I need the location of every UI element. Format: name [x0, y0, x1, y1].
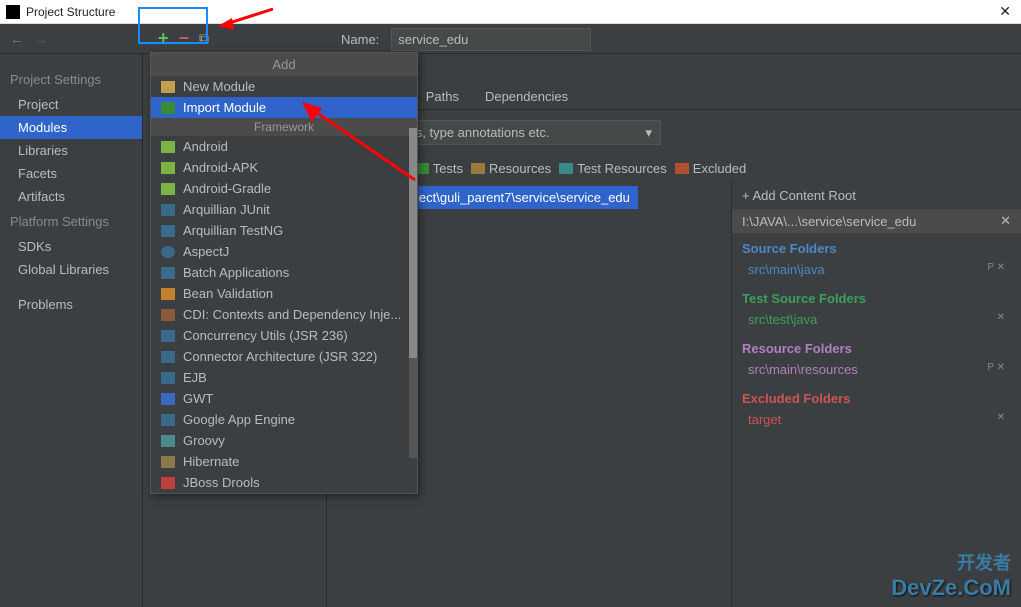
popup-framework-item[interactable]: Google App Engine	[151, 409, 417, 430]
framework-icon	[161, 393, 175, 405]
popup-framework-item[interactable]: Android-APK	[151, 157, 417, 178]
popup-framework-item[interactable]: Arquillian TestNG	[151, 220, 417, 241]
framework-icon	[161, 141, 175, 153]
back-icon[interactable]: ←	[10, 31, 24, 47]
content-root-path: I:\JAVA\...\service\service_edu ✕	[732, 209, 1021, 233]
add-popup: Add New Module Import Module Framework A…	[150, 52, 418, 494]
popup-framework-heading: Framework	[151, 118, 417, 136]
remove-button[interactable]: −	[179, 28, 190, 49]
popup-framework-item[interactable]: Arquillian JUnit	[151, 199, 417, 220]
nav-item-problems[interactable]: Problems	[0, 293, 142, 316]
mark-resources[interactable]: Resources	[489, 161, 551, 176]
framework-icon	[161, 330, 175, 342]
folder-item-remove-icon[interactable]: ✕	[997, 412, 1005, 427]
framework-icon	[161, 372, 175, 384]
folder-section-heading: Excluded Folders	[742, 387, 1011, 410]
folder-item[interactable]: src\test\java✕	[742, 310, 1011, 329]
module-detail-panel: Name: Sources Paths Dependencies 8 - Lam…	[327, 54, 1021, 607]
popup-scrollbar[interactable]	[409, 128, 417, 458]
folder-section-heading: Source Folders	[742, 237, 1011, 260]
popup-framework-item[interactable]: CDI: Contexts and Dependency Inje...	[151, 304, 417, 325]
folder-icon	[161, 81, 175, 93]
watermark-text: DevZe.CoM	[891, 575, 1011, 601]
popup-framework-item[interactable]: AspectJ	[151, 241, 417, 262]
watermark-text: 开发者	[957, 549, 1011, 575]
nav-item-facets[interactable]: Facets	[0, 162, 142, 185]
remove-root-icon[interactable]: ✕	[1000, 213, 1011, 229]
framework-icon	[161, 351, 175, 363]
popup-framework-item[interactable]: EJB	[151, 367, 417, 388]
window-title: Project Structure	[26, 5, 995, 19]
popup-framework-item[interactable]: Android-Gradle	[151, 178, 417, 199]
nav-heading-platform-settings: Platform Settings	[0, 208, 142, 235]
folder-item[interactable]: src\main\resourcesP ✕	[742, 360, 1011, 379]
add-content-root-button[interactable]: + Add Content Root	[732, 182, 1021, 209]
close-icon[interactable]: ✕	[995, 3, 1015, 20]
nav-item-libraries[interactable]: Libraries	[0, 139, 142, 162]
popup-framework-item[interactable]: Connector Architecture (JSR 322)	[151, 346, 417, 367]
module-name-input[interactable]	[391, 28, 591, 51]
mark-excluded[interactable]: Excluded	[693, 161, 746, 176]
content-root-panel: + Add Content Root I:\JAVA\...\service\s…	[731, 182, 1021, 607]
popup-framework-item[interactable]: Hibernate	[151, 451, 417, 472]
import-icon	[161, 102, 175, 114]
framework-icon	[161, 267, 175, 279]
mark-tests[interactable]: Tests	[433, 161, 463, 176]
popup-import-module[interactable]: Import Module	[151, 97, 417, 118]
forward-icon[interactable]: →	[34, 31, 48, 47]
popup-framework-item[interactable]: Groovy	[151, 430, 417, 451]
popup-framework-item[interactable]: Concurrency Utils (JSR 236)	[151, 325, 417, 346]
framework-icon	[161, 204, 175, 216]
popup-new-module[interactable]: New Module	[151, 76, 417, 97]
framework-icon	[161, 225, 175, 237]
folder-item[interactable]: src\main\javaP ✕	[742, 260, 1011, 279]
framework-icon	[161, 477, 175, 489]
popup-framework-item[interactable]: Batch Applications	[151, 262, 417, 283]
framework-icon	[161, 435, 175, 447]
framework-icon	[161, 456, 175, 468]
framework-icon	[161, 288, 175, 300]
popup-framework-item[interactable]: JBoss Drools	[151, 472, 417, 493]
folder-item[interactable]: target✕	[742, 410, 1011, 429]
nav-heading-project-settings: Project Settings	[0, 66, 142, 93]
framework-icon	[161, 246, 175, 258]
excluded-icon	[675, 163, 689, 174]
folder-section-heading: Resource Folders	[742, 337, 1011, 360]
nav-item-global-libraries[interactable]: Global Libraries	[0, 258, 142, 281]
folder-section-heading: Test Source Folders	[742, 287, 1011, 310]
framework-icon	[161, 183, 175, 195]
left-nav: Project Settings ProjectModulesLibraries…	[0, 54, 142, 607]
copy-icon[interactable]: ⧉	[199, 30, 209, 47]
nav-item-sdks[interactable]: SDKs	[0, 235, 142, 258]
folder-item-remove-icon[interactable]: ✕	[997, 312, 1005, 327]
framework-icon	[161, 309, 175, 321]
app-icon	[6, 5, 20, 19]
tab-dependencies[interactable]: Dependencies	[472, 83, 581, 109]
name-label: Name:	[341, 32, 379, 47]
mark-as-row: Sources Tests Resources Test Resources E…	[327, 155, 1021, 182]
titlebar: Project Structure ✕	[0, 0, 1021, 24]
nav-item-project[interactable]: Project	[0, 93, 142, 116]
nav-item-modules[interactable]: Modules	[0, 116, 142, 139]
nav-item-artifacts[interactable]: Artifacts	[0, 185, 142, 208]
framework-icon	[161, 162, 175, 174]
popup-framework-item[interactable]: Android	[151, 136, 417, 157]
tab-paths[interactable]: Paths	[413, 83, 472, 109]
add-button[interactable]: +	[158, 28, 169, 49]
popup-framework-item[interactable]: GWT	[151, 388, 417, 409]
framework-icon	[161, 414, 175, 426]
folder-item-remove-icon[interactable]: P ✕	[987, 262, 1005, 277]
popup-framework-item[interactable]: Bean Validation	[151, 283, 417, 304]
folder-item-remove-icon[interactable]: P ✕	[987, 362, 1005, 377]
popup-title: Add	[151, 53, 417, 76]
test-resources-icon	[559, 163, 573, 174]
resources-icon	[471, 163, 485, 174]
tabs: Sources Paths Dependencies	[327, 82, 1021, 110]
mark-test-resources[interactable]: Test Resources	[577, 161, 667, 176]
